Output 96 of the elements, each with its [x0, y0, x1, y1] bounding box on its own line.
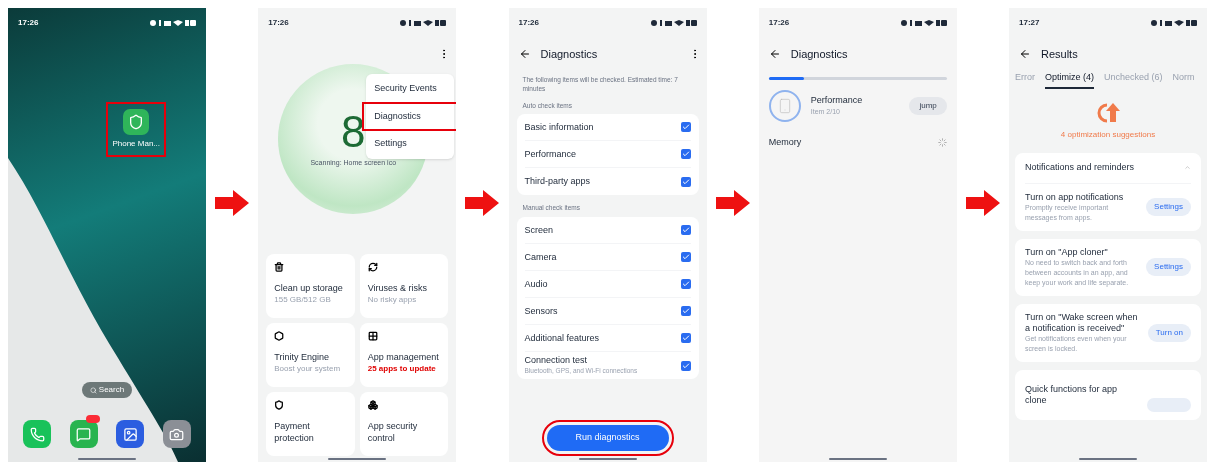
status-time: 17:26 — [768, 17, 790, 29]
card-subtitle: No risky apps — [367, 294, 418, 306]
card-title: Clean up storage — [274, 282, 344, 294]
status-time: 17:26 — [18, 17, 39, 29]
app-label: Phone Man... — [112, 138, 160, 150]
screen-title: Diagnostics — [540, 47, 598, 62]
refresh-icon — [367, 262, 378, 272]
hexagon-icon — [274, 331, 285, 341]
checkbox[interactable] — [680, 122, 691, 133]
check-item-label: Connection test — [524, 355, 589, 367]
next-arrow-icon — [465, 190, 500, 216]
status-icons-drawing — [900, 19, 947, 27]
check-item-label: Third-party apps — [524, 176, 591, 188]
search-pill[interactable]: Search — [81, 382, 133, 398]
back-icon[interactable] — [1019, 48, 1031, 61]
checkbox[interactable] — [680, 149, 691, 160]
home-indicator — [578, 458, 637, 460]
jump-button[interactable]: jump — [909, 96, 947, 115]
badge-icon — [85, 415, 100, 423]
menu-item[interactable]: Diagnostics — [362, 101, 457, 131]
next-arrow-icon — [965, 190, 1000, 216]
search-icon — [89, 386, 97, 394]
card-subtitle: 155 GB/512 GB — [274, 294, 332, 306]
check-item-label: Basic information — [524, 121, 594, 133]
home-indicator — [328, 458, 387, 460]
card-title: App management — [367, 351, 440, 363]
camera-icon — [169, 426, 185, 442]
checkbox[interactable] — [680, 360, 691, 371]
card-title: Trinity Engine — [274, 351, 330, 363]
card-title: Viruses & risks — [367, 282, 429, 294]
feature-card[interactable]: Clean up storage 155 GB/512 GB — [266, 254, 355, 318]
shield-icon — [128, 114, 145, 130]
grid-icon — [367, 331, 378, 341]
chat-bubble-icon — [76, 426, 92, 442]
check-item-label: Screen — [524, 224, 554, 236]
next-arrow-icon — [715, 190, 750, 216]
check-item-label: Camera — [524, 251, 557, 263]
card-subtitle: Boost your system — [274, 363, 342, 375]
home-indicator — [78, 458, 136, 460]
trash-icon — [274, 262, 285, 272]
check-item-label: Audio — [524, 278, 548, 290]
check-item-label: Sensors — [524, 305, 558, 317]
feature-card[interactable]: Viruses & risks No risky apps — [359, 254, 449, 318]
menu-item[interactable]: Security Events — [366, 76, 455, 102]
checkbox[interactable] — [680, 279, 691, 289]
card-title: Payment protection — [274, 420, 315, 444]
status-time: 17:27 — [1019, 17, 1040, 29]
status-time: 17:26 — [268, 17, 289, 29]
check-item-label: Performance — [524, 148, 577, 160]
suggestion-title: Turn on app notifications — [1025, 191, 1125, 203]
phone-icon — [29, 426, 45, 442]
optimize-arrow-icon — [1095, 101, 1121, 123]
status-icons-drawing — [650, 19, 697, 27]
status-icons-drawing — [400, 19, 447, 27]
feature-card[interactable]: App management 25 apps to update — [359, 323, 449, 387]
menu-item[interactable]: Settings — [366, 131, 455, 157]
suggestion-title: Turn on "App cloner" — [1025, 246, 1109, 258]
feature-card[interactable]: App security control — [359, 392, 449, 456]
result-tab[interactable]: Optimize (4) — [1045, 70, 1094, 89]
camera-app-button[interactable] — [162, 420, 191, 448]
picture-icon — [122, 426, 138, 442]
check-item-label: Memory — [768, 135, 802, 149]
checkbox[interactable] — [680, 225, 691, 235]
action-button[interactable]: Turn on — [1147, 323, 1191, 342]
card-title: App security control — [367, 420, 419, 444]
home-indicator — [1079, 458, 1137, 460]
status-time: 17:26 — [518, 17, 539, 29]
action-button[interactable]: Settings — [1146, 258, 1191, 276]
spinner-icon — [937, 137, 947, 147]
back-icon[interactable] — [768, 48, 781, 61]
app-icon-button[interactable]: Phone Man... — [106, 102, 166, 157]
summary-text: 4 optimization suggestions — [1060, 129, 1156, 141]
checkbox[interactable] — [680, 333, 691, 343]
screen-title: Diagnostics — [790, 47, 848, 62]
checkbox[interactable] — [680, 252, 691, 262]
card-subtitle: 25 apps to update — [367, 363, 437, 375]
home-indicator — [828, 458, 887, 460]
status-icons-drawing — [1151, 19, 1197, 27]
feature-card[interactable]: Trinity Engine Boost your system — [266, 323, 355, 387]
check-item-label: Additional features — [524, 332, 600, 344]
status-icons-drawing — [150, 19, 196, 27]
feature-card[interactable]: Payment protection — [266, 392, 355, 456]
suggestion-title: Turn on "Wake screen when a notification is received" — [1025, 311, 1139, 334]
next-arrow-icon — [215, 190, 250, 216]
shield-icon — [274, 400, 285, 410]
current-item-title: Performance — [810, 93, 864, 107]
phone-ring-icon — [768, 89, 801, 122]
screen-title: Results — [1041, 47, 1078, 62]
suggestion-title: Quick functions for app clone — [1025, 383, 1119, 406]
group-title: Notifications and reminders — [1025, 161, 1135, 174]
checkbox[interactable] — [680, 306, 691, 316]
back-icon[interactable] — [518, 48, 531, 61]
checkbox[interactable] — [680, 176, 691, 187]
gallery-app-button[interactable] — [116, 420, 145, 448]
action-button[interactable]: Settings — [1146, 198, 1191, 216]
boxes-icon — [367, 400, 378, 410]
